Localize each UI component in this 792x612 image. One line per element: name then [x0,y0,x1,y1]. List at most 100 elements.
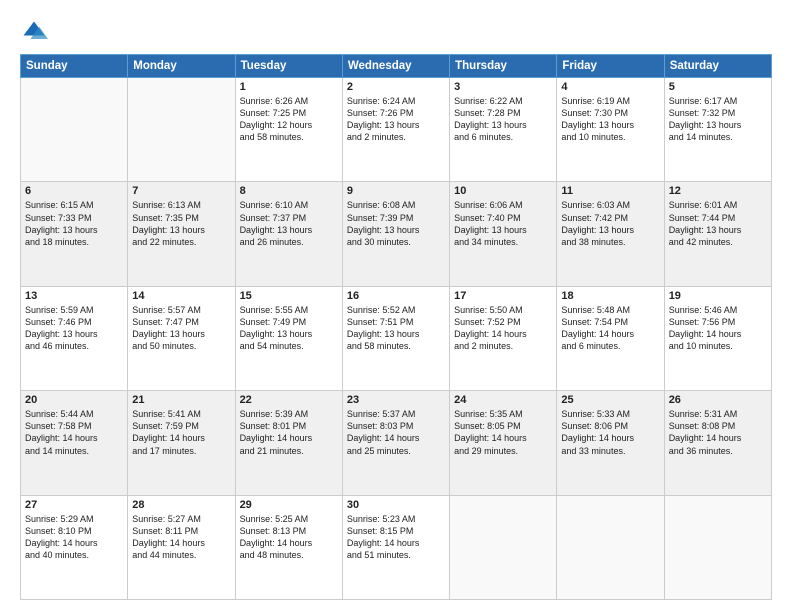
day-number: 22 [240,394,338,406]
calendar-cell: 26Sunrise: 5:31 AM Sunset: 8:08 PM Dayli… [664,391,771,495]
day-number: 16 [347,290,445,302]
day-detail: Sunrise: 5:59 AM Sunset: 7:46 PM Dayligh… [25,304,123,353]
calendar-cell: 12Sunrise: 6:01 AM Sunset: 7:44 PM Dayli… [664,182,771,286]
calendar-cell: 16 Sunrise: 5:52 AM Sunset: 7:51 PM Dayli… [342,286,449,390]
calendar-cell [21,78,128,182]
day-number: 27 [25,499,123,511]
day-number: 23 [347,394,445,406]
weekday-header-tuesday: Tuesday [235,55,342,78]
weekday-header-friday: Friday [557,55,664,78]
day-detail: Sunrise: 5:39 AM Sunset: 8:01 PM Dayligh… [240,408,338,457]
day-detail: Sunrise: 6:19 AM Sunset: 7:30 PM Dayligh… [561,95,659,144]
day-number: 19 [669,290,767,302]
day-number: 12 [669,185,767,197]
weekday-header-sunday: Sunday [21,55,128,78]
day-detail: Sunrise: 6:17 AM Sunset: 7:32 PM Dayligh… [669,95,767,144]
calendar-cell [664,495,771,599]
calendar-cell: 6 Sunrise: 6:15 AM Sunset: 7:33 PM Daylig… [21,182,128,286]
day-detail: Sunrise: 5:44 AM Sunset: 7:58 PM Dayligh… [25,408,123,457]
day-detail: Sunrise: 6:06 AM Sunset: 7:40 PM Dayligh… [454,199,552,248]
calendar-cell: 30 Sunrise: 5:23 AM Sunset: 8:15 PM Dayli… [342,495,449,599]
calendar-cell: 17 Sunrise: 5:50 AM Sunset: 7:52 PM Dayli… [450,286,557,390]
day-detail: Sunrise: 5:33 AM Sunset: 8:06 PM Dayligh… [561,408,659,457]
day-detail: Sunrise: 5:35 AM Sunset: 8:05 PM Dayligh… [454,408,552,457]
day-detail: Sunrise: 5:57 AM Sunset: 7:47 PM Dayligh… [132,304,230,353]
day-detail: Sunrise: 6:10 AM Sunset: 7:37 PM Dayligh… [240,199,338,248]
day-number: 28 [132,499,230,511]
header [20,18,772,46]
day-number: 2 [347,81,445,93]
day-detail: Sunrise: 6:03 AM Sunset: 7:42 PM Dayligh… [561,199,659,248]
day-number: 20 [25,394,123,406]
calendar-cell: 15 Sunrise: 5:55 AM Sunset: 7:49 PM Dayli… [235,286,342,390]
day-number: 11 [561,185,659,197]
day-number: 24 [454,394,552,406]
day-number: 1 [240,81,338,93]
day-detail: Sunrise: 5:29 AM Sunset: 8:10 PM Dayligh… [25,513,123,562]
day-number: 9 [347,185,445,197]
day-detail: Sunrise: 5:46 AM Sunset: 7:56 PM Dayligh… [669,304,767,353]
day-number: 30 [347,499,445,511]
day-number: 6 [25,185,123,197]
calendar-week-row: 1 Sunrise: 6:26 AM Sunset: 7:25 PM Daylig… [21,78,772,182]
weekday-header-monday: Monday [128,55,235,78]
calendar-week-row: 20 Sunrise: 5:44 AM Sunset: 7:58 PM Dayli… [21,391,772,495]
weekday-header-row: SundayMondayTuesdayWednesdayThursdayFrid… [21,55,772,78]
calendar-week-row: 6 Sunrise: 6:15 AM Sunset: 7:33 PM Daylig… [21,182,772,286]
calendar-cell: 9 Sunrise: 6:08 AM Sunset: 7:39 PM Daylig… [342,182,449,286]
calendar-cell: 1 Sunrise: 6:26 AM Sunset: 7:25 PM Daylig… [235,78,342,182]
day-detail: Sunrise: 5:52 AM Sunset: 7:51 PM Dayligh… [347,304,445,353]
calendar-cell: 13 Sunrise: 5:59 AM Sunset: 7:46 PM Dayli… [21,286,128,390]
calendar-cell: 14 Sunrise: 5:57 AM Sunset: 7:47 PM Dayli… [128,286,235,390]
calendar-week-row: 27 Sunrise: 5:29 AM Sunset: 8:10 PM Dayli… [21,495,772,599]
day-detail: Sunrise: 5:27 AM Sunset: 8:11 PM Dayligh… [132,513,230,562]
day-detail: Sunrise: 5:37 AM Sunset: 8:03 PM Dayligh… [347,408,445,457]
calendar-cell: 21 Sunrise: 5:41 AM Sunset: 7:59 PM Dayli… [128,391,235,495]
calendar-cell: 8Sunrise: 6:10 AM Sunset: 7:37 PM Daylig… [235,182,342,286]
calendar-week-row: 13 Sunrise: 5:59 AM Sunset: 7:46 PM Dayli… [21,286,772,390]
calendar-cell: 29Sunrise: 5:25 AM Sunset: 8:13 PM Dayli… [235,495,342,599]
logo-icon [20,18,48,46]
day-number: 21 [132,394,230,406]
calendar-cell: 27 Sunrise: 5:29 AM Sunset: 8:10 PM Dayli… [21,495,128,599]
weekday-header-thursday: Thursday [450,55,557,78]
day-number: 13 [25,290,123,302]
day-detail: Sunrise: 6:22 AM Sunset: 7:28 PM Dayligh… [454,95,552,144]
day-detail: Sunrise: 5:23 AM Sunset: 8:15 PM Dayligh… [347,513,445,562]
day-detail: Sunrise: 5:41 AM Sunset: 7:59 PM Dayligh… [132,408,230,457]
calendar-cell [128,78,235,182]
day-number: 4 [561,81,659,93]
weekday-header-saturday: Saturday [664,55,771,78]
calendar-cell: 25 Sunrise: 5:33 AM Sunset: 8:06 PM Dayli… [557,391,664,495]
calendar-cell: 23 Sunrise: 5:37 AM Sunset: 8:03 PM Dayli… [342,391,449,495]
day-detail: Sunrise: 6:24 AM Sunset: 7:26 PM Dayligh… [347,95,445,144]
day-number: 14 [132,290,230,302]
logo [20,18,52,46]
day-number: 10 [454,185,552,197]
day-number: 3 [454,81,552,93]
calendar-cell: 3 Sunrise: 6:22 AM Sunset: 7:28 PM Daylig… [450,78,557,182]
day-number: 25 [561,394,659,406]
calendar-cell: 19 Sunrise: 5:46 AM Sunset: 7:56 PM Dayli… [664,286,771,390]
calendar-cell: 20 Sunrise: 5:44 AM Sunset: 7:58 PM Dayli… [21,391,128,495]
day-number: 15 [240,290,338,302]
day-detail: Sunrise: 5:25 AM Sunset: 8:13 PM Dayligh… [240,513,338,562]
day-detail: Sunrise: 5:55 AM Sunset: 7:49 PM Dayligh… [240,304,338,353]
day-number: 17 [454,290,552,302]
calendar-cell: 7Sunrise: 6:13 AM Sunset: 7:35 PM Daylig… [128,182,235,286]
calendar-cell [557,495,664,599]
day-detail: Sunrise: 5:50 AM Sunset: 7:52 PM Dayligh… [454,304,552,353]
day-number: 5 [669,81,767,93]
day-detail: Sunrise: 6:26 AM Sunset: 7:25 PM Dayligh… [240,95,338,144]
day-detail: Sunrise: 6:08 AM Sunset: 7:39 PM Dayligh… [347,199,445,248]
day-number: 18 [561,290,659,302]
calendar-table: SundayMondayTuesdayWednesdayThursdayFrid… [20,54,772,600]
day-detail: Sunrise: 6:15 AM Sunset: 7:33 PM Dayligh… [25,199,123,248]
day-detail: Sunrise: 5:48 AM Sunset: 7:54 PM Dayligh… [561,304,659,353]
calendar-cell: 2 Sunrise: 6:24 AM Sunset: 7:26 PM Daylig… [342,78,449,182]
page: SundayMondayTuesdayWednesdayThursdayFrid… [0,0,792,612]
calendar-cell: 4 Sunrise: 6:19 AM Sunset: 7:30 PM Daylig… [557,78,664,182]
calendar-cell: 22 Sunrise: 5:39 AM Sunset: 8:01 PM Dayli… [235,391,342,495]
calendar-cell: 11 Sunrise: 6:03 AM Sunset: 7:42 PM Dayli… [557,182,664,286]
calendar-cell [450,495,557,599]
